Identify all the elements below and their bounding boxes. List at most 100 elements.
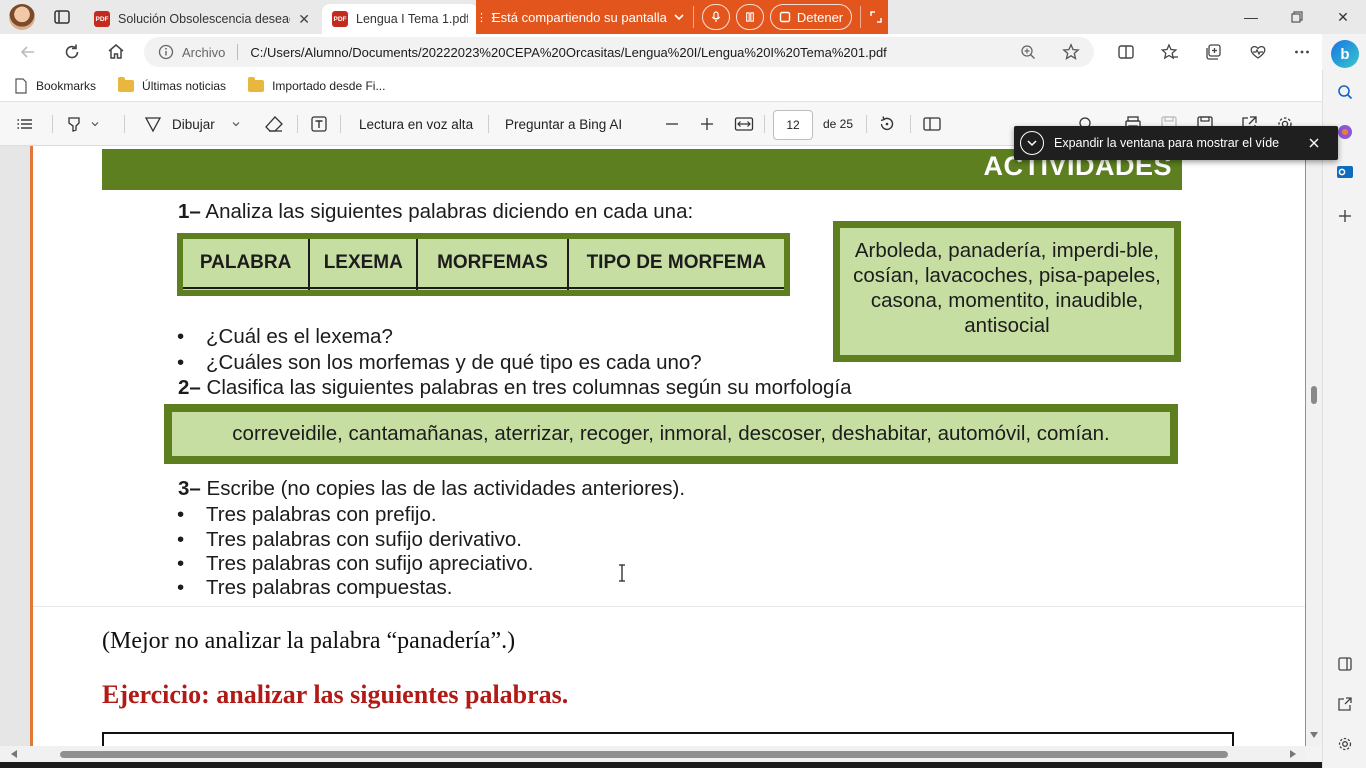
favorite-star-icon[interactable] [1062,43,1080,61]
chevron-down-icon [91,122,99,127]
screen-share-label[interactable]: Está compartiendo su pantalla [492,10,667,25]
bookmark-bookmarks[interactable]: Bookmarks [14,77,96,94]
table-header: PALABRA [183,239,311,290]
zoom-icon[interactable] [1020,44,1036,60]
horizontal-scroll-thumb[interactable] [60,751,1228,758]
bookmark-importado[interactable]: Importado desde Fi... [248,76,386,93]
add-sidebar-app-icon[interactable] [1335,206,1355,226]
page-view-icon[interactable] [922,102,942,146]
note-text: (Mejor no analizar la palabra “panadería… [102,628,516,654]
table-cell [568,288,784,290]
horizontal-scrollbar[interactable] [0,746,1306,762]
text-cursor-icon [619,564,625,582]
contents-icon[interactable] [16,102,34,146]
hide-sidebar-icon[interactable] [1335,654,1355,674]
back-icon[interactable] [16,40,40,64]
tab-lengua-pdf[interactable]: PDF Lengua I Tema 1.pdf [322,4,478,34]
edge-sidebar: b [1322,40,1366,768]
highlight-button[interactable] [66,102,100,146]
drag-handle-icon[interactable]: ⋮⋮ [476,11,498,24]
bullet-item: ¿Cuál es el lexema? [177,325,393,349]
sidebar-search-icon[interactable] [1335,82,1355,102]
pen-icon [144,117,162,133]
highlighter-icon [68,117,80,132]
divider [297,115,298,133]
bullet-item: Tres palabras con sufijo apreciativo. [177,552,533,576]
scheme-label: Archivo [182,44,226,60]
close-tab-icon[interactable]: ✕ [298,11,310,28]
copilot-icon[interactable]: b [1331,40,1359,68]
restore-window-icon[interactable] [1274,0,1320,34]
tab-actions-icon[interactable] [52,7,72,27]
page-number-input[interactable]: 12 [773,110,813,140]
tab-strip: PDF Solución Obsolescencia deseada ✕ PDF… [0,0,1366,34]
table-header: LEXEMA [309,239,419,290]
question-text: Escribe (no copies las de las actividade… [206,477,686,500]
collections-icon[interactable] [1202,40,1226,64]
ask-bing-label: Preguntar a Bing AI [505,116,623,132]
close-window-icon[interactable]: ✕ [1320,0,1366,34]
bookmark-label: Importado desde Fi... [272,78,386,93]
minimize-window-icon[interactable]: — [1228,0,1274,34]
question-2: 2– Clasifica las siguientes palabras en … [178,376,851,400]
pause-icon[interactable] [735,4,764,30]
question-number: 2– [178,376,201,399]
split-screen-icon[interactable] [1114,40,1138,64]
outlook-icon[interactable] [1335,162,1355,182]
bookmarks-bar: Bookmarks Últimas noticias Importado des… [0,70,1322,102]
vertical-scroll-thumb[interactable] [1311,386,1317,404]
info-icon[interactable] [158,44,174,60]
table-header: TIPO DE MORFEMA [567,239,784,290]
sidebar-extension-icon[interactable] [1335,122,1355,142]
favorites-icon[interactable] [1158,40,1182,64]
home-icon[interactable] [104,40,128,64]
refresh-icon[interactable] [60,40,84,64]
divider [764,115,765,133]
bullet-item: ¿Cuáles son los morfemas y de qué tipo e… [177,351,702,375]
table-cell [309,288,419,290]
more-options-icon[interactable] [1290,40,1314,64]
browser-essentials-icon[interactable] [1246,40,1270,64]
screen-share-bar: ⋮⋮ Está compartiendo su pantalla Detener [476,0,888,34]
stop-label: Detener [796,9,844,25]
expand-window-notification[interactable]: Expandir la ventana para mostrar el víde [1014,126,1338,160]
text-box-icon[interactable] [310,102,328,146]
stop-sharing-button[interactable]: Detener [769,4,853,30]
bullet-item: Tres palabras con prefijo. [177,503,436,527]
chevron-down-icon[interactable] [1020,131,1044,155]
divider [910,115,911,133]
rotate-icon[interactable] [878,102,896,146]
scroll-right-icon [1290,750,1296,758]
ask-bing-button[interactable]: Preguntar a Bing AI [505,102,622,146]
chevron-down-icon[interactable] [673,11,685,23]
open-in-new-window-icon[interactable] [1335,694,1355,714]
close-notification-icon[interactable] [1308,137,1320,149]
divider [52,115,53,133]
tab-solucion[interactable]: PDF Solución Obsolescencia deseada ✕ [84,4,320,34]
analysis-table: PALABRA LEXEMA MORFEMAS TIPO DE MORFEMA [177,233,790,296]
folder-icon [248,76,265,92]
zoom-out-icon[interactable] [664,102,680,146]
profile-avatar[interactable] [9,4,35,30]
image-crop-edge [33,606,1305,616]
minimize-share-icon[interactable] [869,10,883,24]
divider [488,115,489,133]
sidebar-settings-gear-icon[interactable] [1335,734,1355,754]
read-aloud-button[interactable]: Lectura en voz alta [359,102,473,146]
bookmark-ultimas-noticias[interactable]: Últimas noticias [118,76,226,93]
question-number: 3– [178,477,201,500]
microphone-icon[interactable] [701,4,730,30]
table-header: MORFEMAS [417,239,569,290]
pdf-viewer[interactable]: ACTIVIDADES 1– Analiza las siguientes pa… [0,146,1322,746]
bottom-edge [0,762,1322,768]
fit-width-icon[interactable] [734,102,754,146]
eraser-icon[interactable] [264,102,284,146]
folder-icon [118,76,135,92]
draw-button[interactable]: Dibujar [144,102,241,146]
page-total-label: de 25 [823,117,854,131]
vertical-scrollbar[interactable] [1306,146,1322,746]
address-bar[interactable]: Archivo C:/Users/Alumno/Documents/202220… [144,37,1094,67]
divider [692,6,694,28]
zoom-in-icon[interactable] [699,102,715,146]
url-text[interactable]: C:/Users/Alumno/Documents/20222023%20CEP… [250,45,886,60]
